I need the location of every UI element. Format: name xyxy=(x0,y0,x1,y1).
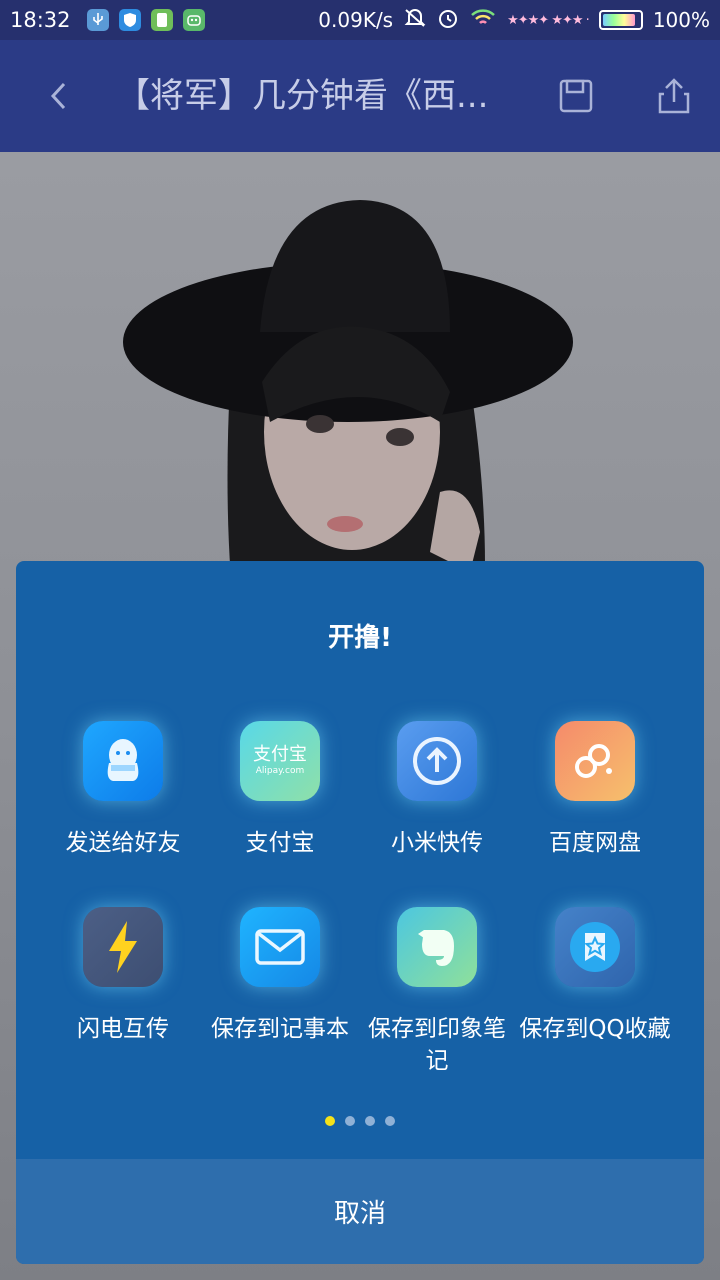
alarm-icon xyxy=(437,7,459,34)
share-baidu-netdisk[interactable]: 百度网盘 xyxy=(515,721,675,859)
usb-icon xyxy=(86,9,109,31)
battery-icon xyxy=(598,10,643,30)
share-lightning-transfer[interactable]: 闪电互传 xyxy=(43,907,203,1045)
page-indicator xyxy=(16,1116,704,1126)
battery-percent: 100% xyxy=(652,8,710,32)
page-dot[interactable] xyxy=(385,1116,395,1126)
share-alipay[interactable]: 支付宝 Alipay.com 支付宝 xyxy=(200,721,360,859)
status-bar: 18:32 0.09K/s ★✦★✦ ★✦★ · 100% xyxy=(0,0,720,40)
save-button[interactable] xyxy=(558,78,594,114)
mi-drop-icon xyxy=(397,721,477,801)
page-dot-active[interactable] xyxy=(325,1116,335,1126)
shield-icon xyxy=(118,9,141,31)
share-item-label: 保存到印象笔记 xyxy=(368,1016,506,1074)
mute-icon xyxy=(403,7,427,34)
back-button[interactable] xyxy=(40,70,76,122)
baidu-netdisk-icon xyxy=(555,721,635,801)
share-item-label: 发送给好友 xyxy=(65,830,181,856)
header-bar: 【将军】几分钟看《西... xyxy=(0,40,720,152)
page-dot[interactable] xyxy=(345,1116,355,1126)
share-sheet-title: 开撸! xyxy=(328,623,392,653)
share-send-to-friend[interactable]: 发送给好友 xyxy=(43,721,203,859)
share-item-label: 保存到QQ收藏 xyxy=(519,1016,671,1042)
share-item-label: 闪电互传 xyxy=(77,1016,169,1042)
decorative-stars-icon: ★✦★✦ ★✦★ · xyxy=(507,12,590,28)
qq-favorite-icon xyxy=(555,907,635,987)
alipay-logo-text: 支付宝 xyxy=(253,744,307,765)
app-icon xyxy=(150,9,173,31)
status-time: 18:32 xyxy=(10,8,71,32)
share-icon xyxy=(658,78,690,114)
save-icon xyxy=(559,79,593,113)
alipay-icon: 支付宝 Alipay.com xyxy=(240,721,320,801)
qq-icon xyxy=(83,721,163,801)
alipay-logo-subtext: Alipay.com xyxy=(255,766,305,776)
evernote-icon xyxy=(397,907,477,987)
lightning-icon xyxy=(83,907,163,987)
chevron-left-icon xyxy=(50,82,66,110)
page-dot[interactable] xyxy=(365,1116,375,1126)
share-button[interactable] xyxy=(656,76,692,116)
share-save-notepad[interactable]: 保存到记事本 xyxy=(200,907,360,1045)
share-sheet: 开撸! 发送给好友 支付宝 Alipay.com 支付宝 小米快传 百度网盘 闪… xyxy=(16,561,704,1264)
wifi-icon xyxy=(469,7,497,34)
share-item-label: 支付宝 xyxy=(245,830,315,856)
share-save-qq-favorites[interactable]: 保存到QQ收藏 xyxy=(515,907,675,1045)
mail-icon xyxy=(240,907,320,987)
page-title: 【将军】几分钟看《西... xyxy=(116,76,489,116)
share-item-label: 保存到记事本 xyxy=(211,1016,349,1042)
share-mi-drop[interactable]: 小米快传 xyxy=(357,721,517,859)
share-item-label: 小米快传 xyxy=(391,830,483,856)
share-save-evernote[interactable]: 保存到印象笔记 xyxy=(357,907,517,1077)
cancel-button[interactable]: 取消 xyxy=(16,1159,704,1264)
network-speed: 0.09K/s xyxy=(318,8,394,32)
share-item-label: 百度网盘 xyxy=(549,830,641,856)
robot-icon xyxy=(182,9,205,31)
